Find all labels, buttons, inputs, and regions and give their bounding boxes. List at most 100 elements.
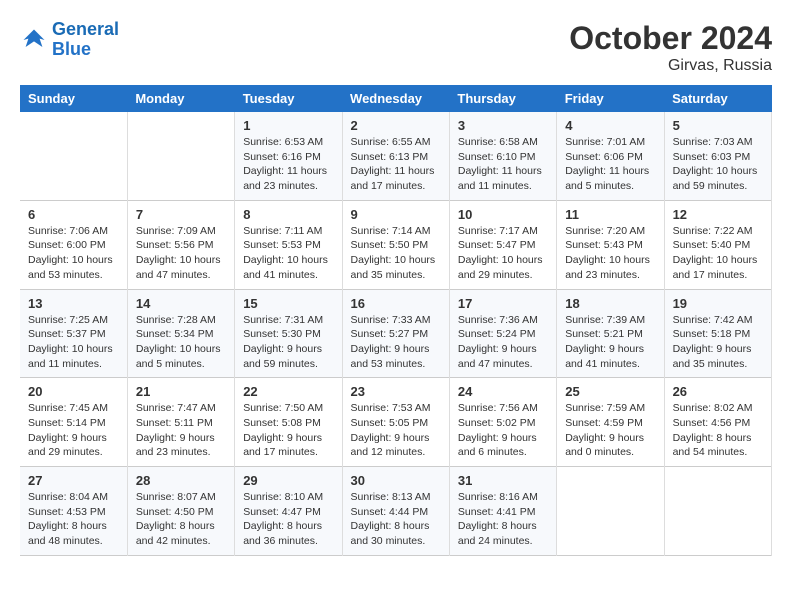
day-number: 28 [136, 473, 226, 488]
day-number: 26 [673, 384, 763, 399]
day-details: Sunrise: 7:31 AMSunset: 5:30 PMDaylight:… [243, 313, 333, 372]
day-details: Sunrise: 6:58 AMSunset: 6:10 PMDaylight:… [458, 135, 548, 194]
day-number: 16 [351, 296, 441, 311]
calendar-day-cell: 11Sunrise: 7:20 AMSunset: 5:43 PMDayligh… [557, 200, 664, 289]
calendar-day-cell: 9 Sunrise: 7:14 AMSunset: 5:50 PMDaylight… [342, 200, 449, 289]
day-number: 18 [565, 296, 655, 311]
calendar-day-cell [664, 467, 771, 556]
day-details: Sunrise: 7:59 AMSunset: 4:59 PMDaylight:… [565, 401, 655, 460]
calendar-week-row: 1 Sunrise: 6:53 AMSunset: 6:16 PMDaylight… [20, 112, 772, 200]
day-details: Sunrise: 6:55 AMSunset: 6:13 PMDaylight:… [351, 135, 441, 194]
calendar-day-cell: 4 Sunrise: 7:01 AMSunset: 6:06 PMDaylight… [557, 112, 664, 200]
day-number: 22 [243, 384, 333, 399]
location-subtitle: Girvas, Russia [569, 57, 772, 75]
calendar-day-cell: 23Sunrise: 7:53 AMSunset: 5:05 PMDayligh… [342, 378, 449, 467]
day-of-week-header: Monday [127, 85, 234, 112]
day-details: Sunrise: 7:14 AMSunset: 5:50 PMDaylight:… [351, 224, 441, 283]
day-details: Sunrise: 8:16 AMSunset: 4:41 PMDaylight:… [458, 490, 548, 549]
day-number: 8 [243, 207, 333, 222]
day-details: Sunrise: 7:11 AMSunset: 5:53 PMDaylight:… [243, 224, 333, 283]
day-details: Sunrise: 7:03 AMSunset: 6:03 PMDaylight:… [673, 135, 763, 194]
day-number: 19 [673, 296, 763, 311]
logo-icon [20, 26, 48, 54]
day-number: 23 [351, 384, 441, 399]
calendar-week-row: 13 Sunrise: 7:25 AMSunset: 5:37 PMDayligh… [20, 289, 772, 378]
day-number: 21 [136, 384, 226, 399]
day-details: Sunrise: 8:10 AMSunset: 4:47 PMDaylight:… [243, 490, 333, 549]
day-details: Sunrise: 8:07 AMSunset: 4:50 PMDaylight:… [136, 490, 226, 549]
day-number: 13 [28, 296, 119, 311]
day-number: 2 [351, 118, 441, 133]
day-number: 14 [136, 296, 226, 311]
calendar-day-cell: 17Sunrise: 7:36 AMSunset: 5:24 PMDayligh… [449, 289, 556, 378]
day-details: Sunrise: 8:13 AMSunset: 4:44 PMDaylight:… [351, 490, 441, 549]
logo-line1: General [52, 19, 119, 39]
day-details: Sunrise: 7:33 AMSunset: 5:27 PMDaylight:… [351, 313, 441, 372]
day-number: 9 [351, 207, 441, 222]
calendar-day-cell: 12Sunrise: 7:22 AMSunset: 5:40 PMDayligh… [664, 200, 771, 289]
calendar-day-cell: 22Sunrise: 7:50 AMSunset: 5:08 PMDayligh… [235, 378, 342, 467]
day-details: Sunrise: 8:02 AMSunset: 4:56 PMDaylight:… [673, 401, 763, 460]
calendar-day-cell: 27 Sunrise: 8:04 AMSunset: 4:53 PMDayligh… [20, 467, 127, 556]
day-details: Sunrise: 7:22 AMSunset: 5:40 PMDaylight:… [673, 224, 763, 283]
day-number: 10 [458, 207, 548, 222]
day-number: 25 [565, 384, 655, 399]
calendar-day-cell: 26 Sunrise: 8:02 AMSunset: 4:56 PMDayligh… [664, 378, 771, 467]
day-details: Sunrise: 7:45 AMSunset: 5:14 PMDaylight:… [28, 401, 119, 460]
day-number: 31 [458, 473, 548, 488]
calendar-day-cell: 21 Sunrise: 7:47 AMSunset: 5:11 PMDayligh… [127, 378, 234, 467]
page-header: General Blue October 2024 Girvas, Russia [20, 20, 772, 75]
calendar-week-row: 27 Sunrise: 8:04 AMSunset: 4:53 PMDayligh… [20, 467, 772, 556]
day-number: 4 [565, 118, 655, 133]
day-number: 7 [136, 207, 226, 222]
calendar-week-row: 20 Sunrise: 7:45 AMSunset: 5:14 PMDayligh… [20, 378, 772, 467]
calendar-day-cell: 25 Sunrise: 7:59 AMSunset: 4:59 PMDayligh… [557, 378, 664, 467]
month-title: October 2024 [569, 20, 772, 57]
calendar-day-cell: 24 Sunrise: 7:56 AMSunset: 5:02 PMDayligh… [449, 378, 556, 467]
day-details: Sunrise: 8:04 AMSunset: 4:53 PMDaylight:… [28, 490, 119, 549]
day-details: Sunrise: 7:06 AMSunset: 6:00 PMDaylight:… [28, 224, 119, 283]
day-details: Sunrise: 7:25 AMSunset: 5:37 PMDaylight:… [28, 313, 119, 372]
day-number: 27 [28, 473, 119, 488]
day-of-week-header: Tuesday [235, 85, 342, 112]
calendar-day-cell: 2 Sunrise: 6:55 AMSunset: 6:13 PMDaylight… [342, 112, 449, 200]
day-details: Sunrise: 7:56 AMSunset: 5:02 PMDaylight:… [458, 401, 548, 460]
calendar-table: SundayMondayTuesdayWednesdayThursdayFrid… [20, 85, 772, 556]
day-details: Sunrise: 7:36 AMSunset: 5:24 PMDaylight:… [458, 313, 548, 372]
day-details: Sunrise: 7:20 AMSunset: 5:43 PMDaylight:… [565, 224, 655, 283]
day-of-week-header: Thursday [449, 85, 556, 112]
day-number: 1 [243, 118, 333, 133]
calendar-day-cell: 13 Sunrise: 7:25 AMSunset: 5:37 PMDayligh… [20, 289, 127, 378]
calendar-day-cell: 3 Sunrise: 6:58 AMSunset: 6:10 PMDaylight… [449, 112, 556, 200]
day-details: Sunrise: 7:39 AMSunset: 5:21 PMDaylight:… [565, 313, 655, 372]
calendar-day-cell: 30Sunrise: 8:13 AMSunset: 4:44 PMDayligh… [342, 467, 449, 556]
day-details: Sunrise: 7:09 AMSunset: 5:56 PMDaylight:… [136, 224, 226, 283]
day-details: Sunrise: 7:28 AMSunset: 5:34 PMDaylight:… [136, 313, 226, 372]
day-details: Sunrise: 7:47 AMSunset: 5:11 PMDaylight:… [136, 401, 226, 460]
calendar-day-cell [557, 467, 664, 556]
calendar-header-row: SundayMondayTuesdayWednesdayThursdayFrid… [20, 85, 772, 112]
calendar-day-cell: 29Sunrise: 8:10 AMSunset: 4:47 PMDayligh… [235, 467, 342, 556]
calendar-day-cell: 19 Sunrise: 7:42 AMSunset: 5:18 PMDayligh… [664, 289, 771, 378]
day-of-week-header: Friday [557, 85, 664, 112]
calendar-day-cell: 18 Sunrise: 7:39 AMSunset: 5:21 PMDayligh… [557, 289, 664, 378]
calendar-day-cell: 15 Sunrise: 7:31 AMSunset: 5:30 PMDayligh… [235, 289, 342, 378]
title-block: October 2024 Girvas, Russia [569, 20, 772, 75]
day-number: 15 [243, 296, 333, 311]
logo-text: General Blue [52, 20, 119, 60]
calendar-day-cell: 5 Sunrise: 7:03 AMSunset: 6:03 PMDaylight… [664, 112, 771, 200]
day-of-week-header: Wednesday [342, 85, 449, 112]
day-number: 20 [28, 384, 119, 399]
calendar-day-cell [127, 112, 234, 200]
calendar-day-cell [20, 112, 127, 200]
day-number: 5 [673, 118, 763, 133]
day-number: 3 [458, 118, 548, 133]
day-number: 24 [458, 384, 548, 399]
day-details: Sunrise: 6:53 AMSunset: 6:16 PMDaylight:… [243, 135, 333, 194]
calendar-day-cell: 20 Sunrise: 7:45 AMSunset: 5:14 PMDayligh… [20, 378, 127, 467]
calendar-day-cell: 14 Sunrise: 7:28 AMSunset: 5:34 PMDayligh… [127, 289, 234, 378]
day-details: Sunrise: 7:42 AMSunset: 5:18 PMDaylight:… [673, 313, 763, 372]
logo-line2: Blue [52, 39, 91, 59]
day-details: Sunrise: 7:01 AMSunset: 6:06 PMDaylight:… [565, 135, 655, 194]
calendar-day-cell: 16 Sunrise: 7:33 AMSunset: 5:27 PMDayligh… [342, 289, 449, 378]
